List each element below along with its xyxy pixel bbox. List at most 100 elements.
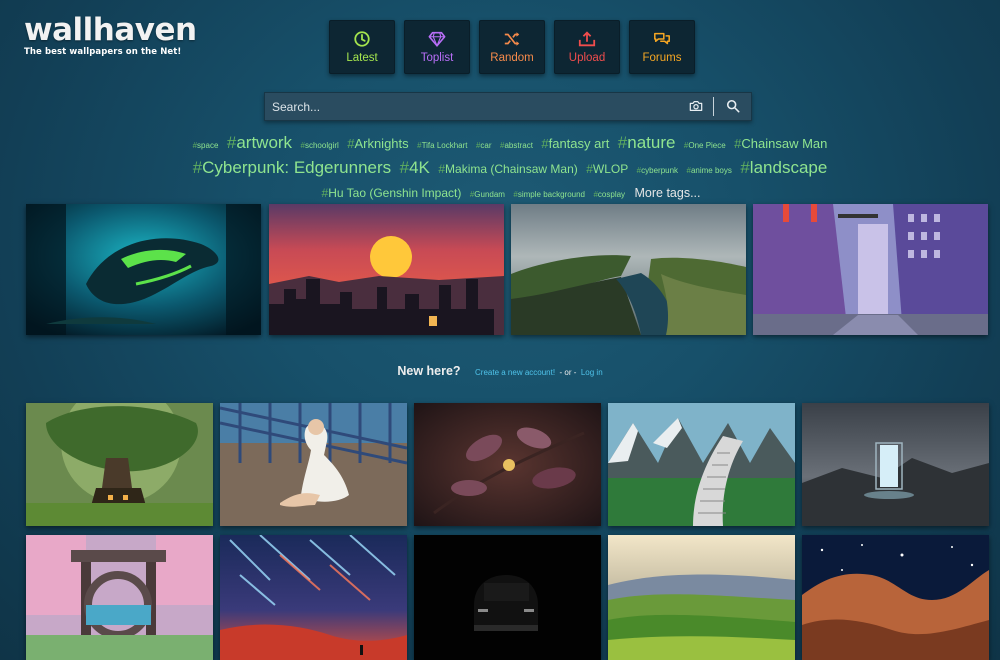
latest-thumb-9-image — [608, 535, 795, 660]
featured-thumb-3[interactable] — [511, 204, 746, 335]
tag-label: Cyberpunk: Edgerunners — [202, 158, 392, 177]
featured-thumb-2[interactable] — [269, 204, 504, 335]
tag-label: car — [480, 141, 492, 150]
nav-forums-button[interactable]: Forums — [629, 20, 695, 74]
latest-thumb-2-image — [220, 403, 407, 526]
tag-link[interactable]: #schoolgirl — [301, 141, 339, 150]
nav-random-label: Random — [490, 52, 534, 64]
tag-link[interactable]: #abstract — [500, 141, 533, 150]
diamond-icon — [428, 31, 446, 48]
hash-symbol: # — [541, 136, 549, 151]
latest-thumb-5[interactable] — [802, 403, 989, 526]
tag-label: fantasy art — [548, 136, 610, 151]
featured-thumb-2-image — [269, 204, 504, 335]
nav-upload-label: Upload — [568, 52, 606, 64]
logo-tagline: The best wallpapers on the Net! — [24, 47, 182, 57]
latest-thumb-4[interactable] — [608, 403, 795, 526]
tag-label: Arknights — [354, 136, 409, 151]
latest-thumb-7-image — [220, 535, 407, 660]
tag-link[interactable]: #Cyberpunk: Edgerunners — [193, 158, 391, 177]
search-input[interactable] — [265, 93, 665, 120]
tag-link[interactable]: #anime boys — [687, 166, 732, 175]
tag-link[interactable]: #simple background — [513, 190, 585, 199]
featured-thumb-1-image — [26, 204, 261, 335]
latest-thumb-8[interactable] — [414, 535, 601, 660]
tag-link[interactable]: #Makima (Chainsaw Man) — [438, 162, 577, 176]
tag-link[interactable]: #fantasy art — [541, 136, 609, 151]
login-link[interactable]: Log in — [581, 368, 603, 377]
featured-thumb-4[interactable] — [753, 204, 988, 335]
tag-link[interactable]: #Chainsaw Man — [734, 136, 827, 151]
tag-link[interactable]: #Arknights — [347, 136, 408, 151]
site-logo[interactable]: wallhaven The best wallpapers on the Net… — [24, 14, 197, 57]
clock-icon — [354, 31, 370, 47]
search-icon[interactable] — [726, 99, 740, 113]
latest-thumb-2[interactable] — [220, 403, 407, 526]
logo-title: wallhaven — [24, 12, 197, 48]
tag-link[interactable]: #Hu Tao (Genshin Impact) — [322, 186, 462, 200]
latest-thumb-5-image — [802, 403, 989, 526]
create-account-link[interactable]: Create a new account! — [475, 368, 555, 377]
hash-symbol: # — [586, 162, 593, 176]
tag-label: Gundam — [474, 190, 505, 199]
nav-random-button[interactable]: Random — [479, 20, 545, 74]
featured-thumb-4-image — [753, 204, 988, 335]
nav-toplist-button[interactable]: Toplist — [404, 20, 470, 74]
latest-thumb-3[interactable] — [414, 403, 601, 526]
tag-link[interactable]: #Tifa Lockhart — [417, 141, 467, 150]
latest-thumb-10-image — [802, 535, 989, 660]
camera-icon[interactable] — [689, 99, 703, 113]
comments-icon — [654, 32, 670, 45]
tag-link[interactable]: #space — [193, 141, 219, 150]
latest-thumb-6[interactable] — [26, 535, 213, 660]
tag-cloud: #space #artwork #schoolgirl #Arknights #… — [150, 132, 870, 206]
tag-label: abstract — [504, 141, 533, 150]
nav-toplist-label: Toplist — [420, 52, 454, 64]
or-separator: - or - — [559, 368, 577, 377]
tag-label: simple background — [517, 190, 586, 199]
nav-latest-label: Latest — [346, 52, 378, 64]
nav-latest-button[interactable]: Latest — [329, 20, 395, 74]
tag-label: Tifa Lockhart — [421, 141, 468, 150]
shuffle-icon — [504, 32, 520, 46]
latest-thumb-7[interactable] — [220, 535, 407, 660]
tag-link[interactable]: #cosplay — [593, 190, 625, 199]
search-divider — [713, 97, 714, 116]
tag-label: artwork — [236, 133, 293, 152]
tag-label: cyberpunk — [641, 166, 679, 175]
hash-symbol: # — [226, 133, 237, 152]
tag-link[interactable]: #cyberpunk — [637, 166, 678, 175]
latest-thumb-1[interactable] — [26, 403, 213, 526]
tag-link[interactable]: #Gundam — [470, 190, 505, 199]
new-here-bar: New here? Create a new account! - or - L… — [0, 362, 1000, 380]
featured-thumb-1[interactable] — [26, 204, 261, 335]
tag-label: cosplay — [597, 190, 626, 199]
latest-thumb-1-image — [26, 403, 213, 526]
latest-thumb-6-image — [26, 535, 213, 660]
hash-symbol: # — [740, 158, 750, 177]
nav-forums-label: Forums — [642, 52, 682, 64]
latest-thumb-10[interactable] — [802, 535, 989, 660]
tag-link[interactable]: #car — [476, 141, 492, 150]
more-tags-link[interactable]: More tags... — [635, 186, 701, 200]
featured-thumb-3-image — [511, 204, 746, 335]
nav-upload-button[interactable]: Upload — [554, 20, 620, 74]
tag-link[interactable]: #artwork — [227, 133, 292, 152]
main-nav: Latest Toplist Random Upload Forums — [329, 20, 695, 74]
latest-thumb-9[interactable] — [608, 535, 795, 660]
tag-link[interactable]: #nature — [618, 133, 676, 152]
tag-link[interactable]: #One Piece — [684, 141, 726, 150]
search-bar — [264, 92, 752, 121]
tag-label: One Piece — [688, 141, 726, 150]
tag-label: WLOP — [592, 162, 629, 176]
tag-label: Makima (Chainsaw Man) — [445, 162, 578, 176]
upload-icon — [578, 31, 596, 47]
hash-symbol: # — [192, 158, 203, 177]
tag-label: nature — [627, 133, 676, 152]
tag-link[interactable]: #landscape — [740, 158, 827, 177]
hash-symbol: # — [399, 158, 410, 177]
hash-symbol: # — [617, 133, 628, 152]
tag-link[interactable]: #4K — [400, 158, 430, 177]
tag-label: Hu Tao (Genshin Impact) — [328, 186, 462, 200]
tag-link[interactable]: #WLOP — [586, 162, 628, 176]
